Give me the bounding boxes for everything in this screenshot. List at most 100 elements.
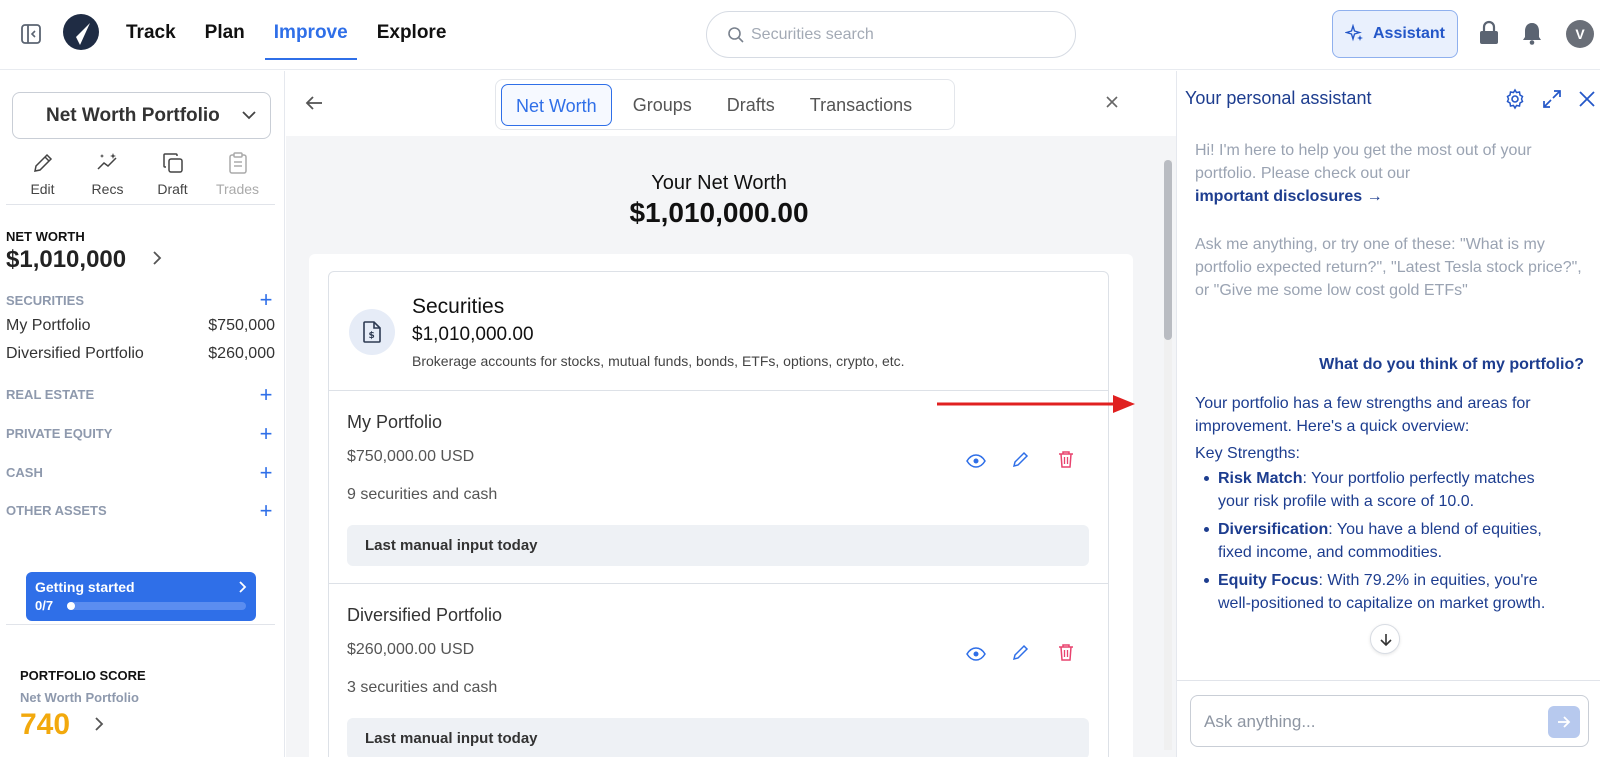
manual-input-status: Last manual input today [347, 525, 1089, 566]
back-arrow-icon[interactable] [304, 93, 324, 113]
app-logo[interactable] [60, 13, 100, 53]
getting-started-title: Getting started [35, 579, 135, 595]
assistant-label: Assistant [1372, 25, 1446, 42]
account-value: $260,000 [208, 345, 275, 362]
trades-tool-button[interactable]: Trades [205, 151, 270, 211]
recs-tool-label: Recs [91, 181, 124, 197]
securities-search[interactable] [706, 11, 1076, 58]
account-name: Diversified Portfolio [347, 605, 503, 625]
add-other-assets-button[interactable]: + [258, 500, 274, 522]
close-icon[interactable] [1105, 95, 1119, 109]
list-item: Equity Focus: With 79.2% in equities, yo… [1201, 569, 1565, 615]
sidebar-toggle-icon[interactable] [20, 23, 42, 45]
net-worth-label: NET WORTH [6, 229, 85, 244]
arrow-right-icon [1558, 716, 1571, 728]
tab-transactions[interactable]: Transactions [796, 84, 926, 126]
getting-started-progress [67, 602, 246, 610]
copy-icon [162, 153, 183, 173]
account-securities-count: 9 securities and cash [347, 486, 498, 503]
securities-value: $1,010,000.00 [412, 324, 534, 345]
scroll-down-button[interactable] [1370, 624, 1400, 654]
chevron-right-icon[interactable] [94, 716, 104, 732]
chevron-right-icon [239, 581, 247, 593]
assistant-answer: Your portfolio has a few strengths and a… [1195, 392, 1565, 620]
net-worth-total: $1,010,000.00 [629, 197, 809, 228]
page-title: Your Net Worth [651, 172, 787, 194]
portfolio-score-label: PORTFOLIO SCORE [20, 668, 146, 683]
sidebar-account-row[interactable]: Diversified Portfolio $260,000 [6, 345, 275, 363]
key-strengths-label: Key Strengths: [1195, 445, 1300, 462]
trash-icon[interactable] [1056, 449, 1076, 469]
send-button[interactable] [1548, 706, 1580, 738]
manual-input-status: Last manual input today [347, 718, 1089, 757]
gear-icon[interactable] [1504, 88, 1526, 110]
private-equity-heading: PRIVATE EQUITY [6, 426, 113, 441]
securities-icon-badge: $ [349, 309, 395, 355]
cash-heading: CASH [6, 465, 43, 480]
nav-plan[interactable]: Plan [205, 0, 245, 60]
chevron-down-icon [242, 111, 256, 120]
red-arrow-annotation [937, 395, 1135, 413]
svg-text:$: $ [369, 331, 375, 341]
close-icon[interactable] [1576, 88, 1598, 110]
eye-icon[interactable] [966, 644, 986, 664]
add-cash-button[interactable]: + [258, 462, 274, 484]
tab-drafts[interactable]: Drafts [713, 84, 789, 126]
pencil-icon[interactable] [1011, 449, 1031, 469]
getting-started-card[interactable]: Getting started 0/7 [26, 572, 256, 621]
bell-icon[interactable] [1520, 20, 1544, 46]
content-header: Net Worth Groups Drafts Transactions [286, 71, 1178, 136]
document-dollar-icon: $ [363, 321, 381, 343]
left-sidebar: Net Worth Portfolio Edit Recs Draft Trad… [0, 71, 285, 757]
add-securities-button[interactable]: + [258, 289, 274, 311]
answer-intro: Your portfolio has a few strengths and a… [1195, 395, 1531, 435]
account-securities-count: 3 securities and cash [347, 679, 498, 696]
draft-tool-button[interactable]: Draft [140, 151, 205, 211]
assistant-panel: Your personal assistant Hi! I'm here to … [1176, 71, 1600, 757]
ask-input[interactable] [1204, 709, 1534, 735]
nav-track[interactable]: Track [126, 0, 176, 60]
account-usd: $260,000.00 USD [347, 641, 475, 658]
pencil-icon[interactable] [1011, 642, 1031, 662]
account-name: My Portfolio [6, 317, 91, 334]
main-nav: Track Plan Improve Explore [126, 0, 475, 70]
nav-explore[interactable]: Explore [377, 0, 447, 60]
eye-icon[interactable] [966, 451, 986, 471]
assistant-intro: Hi! I'm here to help you get the most ou… [1195, 139, 1585, 302]
net-worth-value[interactable]: $1,010,000 [6, 246, 126, 274]
chevron-right-icon[interactable] [152, 250, 162, 266]
tab-net-worth[interactable]: Net Worth [501, 83, 612, 126]
add-private-equity-button[interactable]: + [258, 423, 274, 445]
getting-started-count: 0/7 [35, 598, 54, 613]
content-scrollbar[interactable] [1164, 146, 1172, 757]
ask-box[interactable] [1190, 695, 1589, 747]
getting-started-progress-fill [67, 602, 75, 610]
edit-tool-button[interactable]: Edit [10, 151, 75, 211]
add-real-estate-button[interactable]: + [258, 384, 274, 406]
list-item: Diversification: You have a blend of equ… [1201, 518, 1565, 564]
assistant-title: Your personal assistant [1185, 88, 1372, 108]
divider [6, 204, 275, 205]
recs-tool-button[interactable]: Recs [75, 151, 140, 211]
sidebar-account-row[interactable]: My Portfolio $750,000 [6, 317, 275, 335]
portfolio-select-value: Net Worth Portfolio [46, 105, 220, 126]
strength-title: Risk Match [1218, 470, 1303, 487]
portfolio-score-value[interactable]: 740 [20, 708, 70, 742]
expand-icon[interactable] [1541, 88, 1563, 110]
nav-improve[interactable]: Improve [264, 0, 357, 60]
search-input[interactable] [751, 22, 1051, 48]
clipboard-icon [228, 152, 247, 174]
portfolio-select[interactable]: Net Worth Portfolio [12, 92, 271, 139]
securities-heading: SECURITIES [6, 293, 85, 308]
scrollbar-thumb[interactable] [1164, 160, 1172, 340]
assistant-button[interactable]: Assistant [1332, 10, 1458, 58]
tab-groups[interactable]: Groups [619, 84, 706, 126]
list-item: Risk Match: Your portfolio perfectly mat… [1201, 467, 1565, 513]
trash-icon[interactable] [1056, 642, 1076, 662]
securities-description: Brokerage accounts for stocks, mutual fu… [412, 353, 905, 369]
lock-icon[interactable] [1477, 20, 1501, 46]
disclosures-link[interactable]: important disclosures → [1195, 185, 1585, 208]
top-bar: Track Plan Improve Explore Assistant V [0, 0, 1600, 70]
divider [329, 390, 1108, 391]
avatar[interactable]: V [1566, 20, 1594, 48]
